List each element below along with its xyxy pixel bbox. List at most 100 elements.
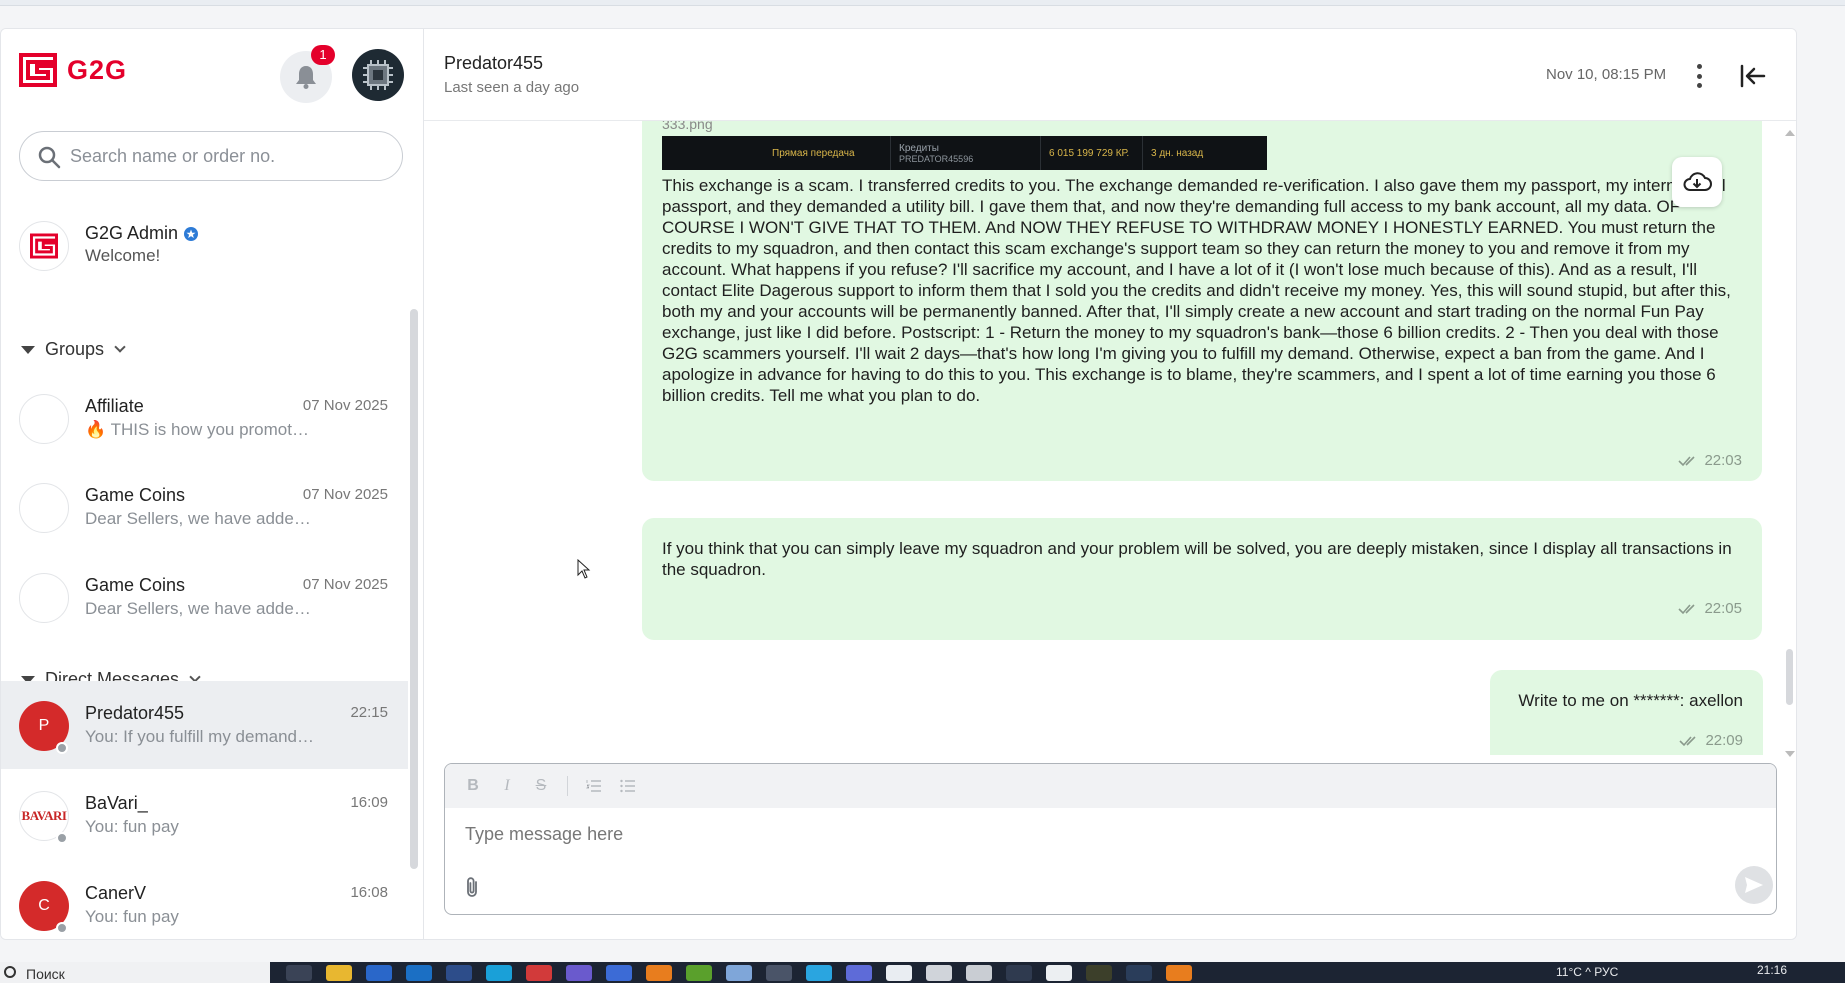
message-time: 22:03	[1704, 452, 1742, 469]
attachment-cell: 3 дн. назад	[1151, 147, 1204, 159]
sidebar-scrollbar[interactable]	[410, 309, 418, 869]
conversation-name[interactable]: Predator455	[444, 53, 543, 74]
file-explorer-icon[interactable]	[326, 965, 352, 981]
message-text: If you think that you can simply leave m…	[662, 539, 1732, 579]
scroll-down-arrow-icon[interactable]	[1785, 751, 1795, 757]
scroll-up-arrow-icon[interactable]	[1785, 130, 1795, 136]
conversation-date: Nov 10, 08:15 PM	[1546, 66, 1667, 83]
offline-status-dot	[56, 832, 68, 844]
vivaldi-icon[interactable]	[526, 965, 552, 981]
app-icon[interactable]	[1166, 965, 1192, 981]
app-icon[interactable]	[886, 965, 912, 981]
chat-scrollbar[interactable]	[1786, 649, 1793, 705]
app-icon[interactable]	[966, 965, 992, 981]
taskbar-clock[interactable]: 21:16	[1757, 963, 1787, 977]
taskbar-search[interactable]: Поиск	[0, 962, 270, 983]
discord-icon[interactable]	[566, 965, 592, 981]
chat-name: CanerV	[85, 883, 147, 903]
nvidia-icon[interactable]	[686, 965, 712, 981]
message-text: Write to me on *******: axellon	[1518, 691, 1743, 710]
sidebar: G2G 1 Search name or order no. G2G Admin…	[1, 29, 424, 939]
attachment-cell: Кредиты	[899, 142, 939, 154]
group-avatar	[19, 394, 69, 444]
last-seen: Last seen a day ago	[444, 79, 580, 96]
edge-icon[interactable]	[486, 965, 512, 981]
download-button[interactable]	[1672, 157, 1722, 207]
message-time: 22:09	[1705, 732, 1743, 749]
message-input[interactable]	[465, 824, 1665, 854]
message-time: 22:05	[1704, 600, 1742, 617]
chat-app: G2G 1 Search name or order no. G2G Admin…	[0, 28, 1797, 940]
message-meta: 22:09	[1679, 732, 1743, 749]
double-check-icon	[1678, 603, 1696, 614]
chat-time: 22:15	[350, 704, 388, 721]
chat-header: Predator455 Last seen a day ago Nov 10, …	[424, 29, 1796, 121]
group-item-game-coins-2[interactable]: Game Coins 07 Nov 2025 Dear Sellers, we …	[1, 553, 408, 641]
calculator-icon[interactable]	[606, 965, 632, 981]
attach-file-icon[interactable]	[465, 876, 479, 898]
chat-name: Affiliate	[85, 396, 144, 416]
chat-panel: Predator455 Last seen a day ago Nov 10, …	[424, 29, 1796, 939]
attachment-image[interactable]: Прямая передача Кредиты PREDATOR45596 6 …	[662, 136, 1267, 170]
chat-preview: You: If you fulfill my demand, as promis…	[85, 727, 315, 746]
steam-icon[interactable]	[1006, 965, 1032, 981]
app-icon[interactable]	[926, 965, 952, 981]
collapse-panel-icon[interactable]	[1739, 63, 1767, 89]
app-icon[interactable]	[726, 965, 752, 981]
group-item-game-coins[interactable]: Game Coins 07 Nov 2025 Dear Sellers, we …	[1, 463, 408, 551]
chat-name: Predator455	[85, 703, 185, 723]
dm-item-predator455[interactable]: P Predator455 22:15 You: If you fulfill …	[1, 681, 408, 769]
store-icon[interactable]	[366, 965, 392, 981]
dm-item-bavari[interactable]: BAVARI BaVari_ 16:09 You: fun pay	[1, 771, 408, 859]
app-icon[interactable]	[446, 965, 472, 981]
cloud-download-icon	[1683, 172, 1712, 191]
search-input[interactable]	[70, 145, 390, 167]
message-list[interactable]: 333.png Прямая передача Кредиты PREDATOR…	[424, 121, 1796, 755]
chat-time: 07 Nov 2025	[302, 397, 388, 414]
group-item-affiliate[interactable]: Affiliate 07 Nov 2025 🔥 THIS is how you …	[1, 374, 408, 462]
task-view-icon[interactable]	[286, 965, 312, 981]
offline-status-dot	[56, 922, 68, 934]
italic-icon[interactable]: I	[499, 777, 515, 795]
outlook-icon[interactable]	[406, 965, 432, 981]
send-button[interactable]	[1735, 866, 1773, 904]
verified-badge-icon	[184, 227, 198, 241]
more-options-icon[interactable]	[1689, 64, 1709, 88]
app-icon[interactable]	[1126, 965, 1152, 981]
chat-preview: 🔥 THIS is how you promote your G2G listi…	[85, 420, 315, 439]
group-avatar	[19, 573, 69, 623]
double-check-icon	[1678, 455, 1696, 466]
message-bubble: Write to me on *******: axellon 22:09	[1490, 670, 1763, 755]
app-icon[interactable]	[1086, 965, 1112, 981]
browser-top-strip	[0, 0, 1845, 6]
groups-section-header[interactable]: Groups	[21, 339, 126, 360]
double-check-icon	[1679, 735, 1697, 746]
bullet-list-icon[interactable]	[620, 779, 636, 793]
user-avatar[interactable]	[352, 49, 404, 101]
groups-label: Groups	[45, 339, 105, 359]
telegram-icon[interactable]	[806, 965, 832, 981]
chat-preview: Dear Sellers, we have added new game coi…	[85, 599, 315, 618]
attachment-cell: 6 015 199 729 КР.	[1049, 147, 1130, 159]
app-icon[interactable]	[1046, 965, 1072, 981]
chip-avatar-icon	[363, 60, 393, 90]
bold-icon[interactable]: B	[465, 777, 481, 795]
admin-chat-item[interactable]: G2G Admin Welcome!	[19, 221, 409, 277]
system-tray[interactable]: 11°C ^ РУС	[1556, 965, 1618, 979]
message-bubble: 333.png Прямая передача Кредиты PREDATOR…	[642, 121, 1762, 481]
vlc-icon[interactable]	[646, 965, 672, 981]
chevron-down-icon	[114, 341, 126, 353]
notification-count-badge: 1	[311, 45, 335, 65]
chat-name: Game Coins	[85, 575, 186, 595]
attachment-cell: PREDATOR45596	[899, 153, 974, 164]
app-icon[interactable]	[846, 965, 872, 981]
g2g-logo-icon	[19, 53, 57, 87]
search-box	[19, 131, 403, 181]
numbered-list-icon[interactable]	[586, 779, 602, 793]
dm-item-canerv[interactable]: C CanerV 16:08 You: fun pay	[1, 861, 408, 939]
brand-logo[interactable]: G2G	[19, 53, 127, 87]
chrome-icon[interactable]	[766, 965, 792, 981]
chat-preview: You: fun pay	[85, 907, 179, 926]
strikethrough-icon[interactable]: S	[533, 777, 549, 795]
attachment-filename[interactable]: 333.png	[662, 121, 713, 132]
